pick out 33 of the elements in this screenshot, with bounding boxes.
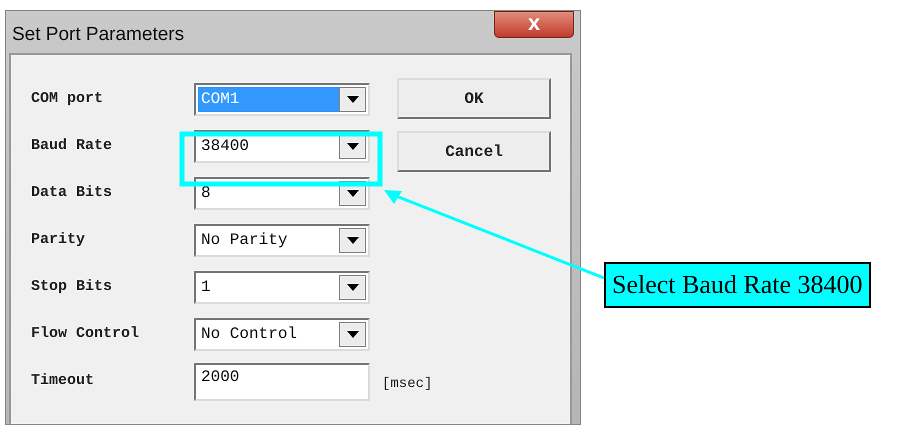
dropdown-arrow-button[interactable] — [339, 87, 366, 112]
dropdown-value: 8 — [200, 183, 212, 204]
field-label: Parity — [31, 230, 86, 250]
field-label: Data Bits — [31, 183, 114, 204]
caret-icon — [346, 284, 358, 291]
dropdown[interactable]: No Control — [194, 318, 370, 351]
field-label: Stop Bits — [31, 277, 114, 298]
field-label: Baud Rate — [31, 136, 114, 156]
unit-label: [msec] — [382, 375, 432, 394]
field-label: Timeout — [31, 371, 96, 392]
dropdown[interactable]: No Parity — [194, 224, 370, 257]
callout-label: Select Baud Rate 38400 — [604, 262, 871, 308]
close-button[interactable]: X — [494, 11, 574, 38]
dropdown-value: No Control — [200, 324, 298, 345]
field-label: Flow Control — [31, 324, 140, 344]
dropdown[interactable]: 1 — [194, 271, 370, 304]
window-title: Set Port Parameters — [12, 23, 184, 47]
caret-icon — [346, 331, 358, 338]
caret-icon — [346, 96, 358, 103]
input-field[interactable]: 2000 — [194, 362, 370, 400]
dropdown-value: No Parity — [200, 230, 288, 251]
dialog-button[interactable]: Cancel — [397, 131, 551, 172]
dropdown-arrow-button[interactable] — [339, 228, 366, 253]
dropdown-arrow-button[interactable] — [339, 275, 366, 300]
dropdown-value: COM1 — [198, 87, 339, 112]
caret-icon — [346, 143, 358, 150]
dropdown-value: 38400 — [200, 136, 250, 157]
field-label: COM port — [31, 89, 104, 110]
caret-icon — [346, 237, 358, 244]
dialog-button[interactable]: OK — [397, 78, 551, 119]
dropdown-arrow-button[interactable] — [339, 322, 366, 347]
caret-icon — [346, 190, 358, 197]
dropdown-value: 1 — [200, 277, 212, 298]
